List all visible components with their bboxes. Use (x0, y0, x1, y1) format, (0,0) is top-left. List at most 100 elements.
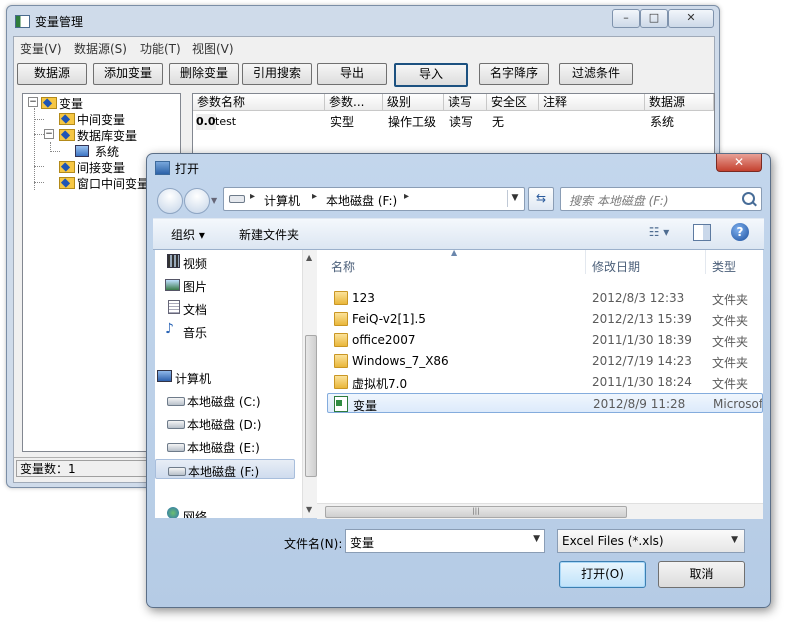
crumb-separator-icon[interactable]: ▸ (250, 191, 255, 202)
new-folder-button[interactable]: 新建文件夹 (239, 226, 299, 243)
cell-source: 系统 (650, 115, 675, 129)
add-variable-button[interactable]: 添加变量 (93, 63, 163, 85)
tree-item-indirect[interactable]: 间接变量 (77, 159, 125, 176)
datasource-button[interactable]: 数据源 (17, 63, 87, 85)
back-button[interactable] (157, 188, 183, 214)
file-row[interactable]: Windows_7_X86 2012/7/19 14:23 文件夹 (327, 351, 763, 371)
col-header-name[interactable]: 名称 (331, 258, 355, 275)
tree-item-intermediate[interactable]: 中间变量 (77, 111, 125, 128)
navigation-pane: 视频 图片 文档 ♪ 音乐 计算机 本地磁盘 (C:) 本地磁盘 (D:) 本地 (155, 250, 318, 518)
cancel-button[interactable]: 取消 (658, 561, 745, 588)
document-icon (168, 300, 180, 314)
help-icon[interactable]: ? (731, 223, 749, 241)
menu-datasource[interactable]: 数据源(S) (74, 40, 127, 57)
import-button[interactable]: 导入 (394, 63, 468, 87)
window-title: 变量管理 (35, 15, 84, 29)
file-row[interactable]: 虚拟机7.0 2011/1/30 18:24 文件夹 (327, 372, 763, 392)
filter-button[interactable]: 过滤条件 (559, 63, 633, 85)
col-header-name[interactable]: 参数名称 (193, 94, 325, 111)
music-icon: ♪ (165, 321, 174, 337)
nav-item-music[interactable]: ♪ 音乐 (155, 321, 295, 341)
reference-search-button[interactable]: 引用搜索 (242, 63, 312, 85)
filetype-dropdown-icon[interactable]: ▼ (731, 535, 738, 545)
nav-item-videos[interactable]: 视频 (155, 252, 295, 272)
nav-scrollbar[interactable]: ▲ ▼ (302, 250, 318, 518)
col-header-source[interactable]: 数据源 (645, 94, 714, 111)
app-icon (15, 15, 30, 28)
recent-locations-icon[interactable]: ▼ (211, 196, 217, 205)
crumb-separator-icon[interactable]: ▸ (404, 191, 409, 202)
dialog-icon (155, 161, 170, 175)
dialog-close-button[interactable]: ✕ (716, 154, 762, 172)
search-input[interactable]: 搜索 本地磁盘 (F:) (560, 187, 762, 211)
organize-button[interactable]: 组织 ▾ (171, 226, 205, 243)
filetype-select[interactable]: Excel Files (*.xls) ▼ (557, 529, 745, 553)
delete-variable-button[interactable]: 删除变量 (169, 63, 239, 85)
nav-item-pictures[interactable]: 图片 (155, 275, 295, 295)
menu-function[interactable]: 功能(T) (140, 40, 181, 57)
collapse-database-icon[interactable]: − (44, 129, 54, 139)
tree-root[interactable]: 变量 (59, 95, 83, 112)
file-row[interactable]: FeiQ-v2[1].5 2012/2/13 15:39 文件夹 (327, 309, 763, 329)
file-list: 名称 ▲ 修改日期 类型 123 2012/8/3 12:33 文件夹 FeiQ… (317, 248, 763, 518)
cell-level: 操作工级 (388, 115, 437, 129)
minimize-button[interactable]: – (612, 9, 640, 28)
refresh-icon[interactable]: ⇆ (528, 187, 554, 211)
col-header-date[interactable]: 修改日期 (592, 258, 640, 275)
close-button[interactable]: ✕ (668, 9, 714, 28)
nav-item-computer[interactable]: 计算机 (155, 367, 295, 387)
computer-icon (157, 370, 172, 382)
nav-item-drive-c[interactable]: 本地磁盘 (C:) (155, 390, 295, 410)
forward-button[interactable] (184, 188, 210, 214)
nav-item-drive-d[interactable]: 本地磁盘 (D:) (155, 413, 295, 433)
nav-item-network[interactable]: 网络 (155, 505, 295, 518)
scroll-up-icon[interactable]: ▲ (306, 253, 312, 262)
nav-scroll-thumb[interactable] (305, 335, 317, 477)
folder-icon (59, 111, 75, 125)
maximize-button[interactable]: □ (640, 9, 668, 28)
filename-input[interactable]: 变量 ▼ (345, 529, 545, 553)
col-header-type[interactable]: 参数... (325, 94, 383, 111)
open-dialog: 打开 ✕ ▼ ▸ 计算机 ▸ 本地磁盘 (F:) ▸ ▼ ⇆ 搜索 本地磁盘 (… (146, 153, 771, 608)
breadcrumb-computer[interactable]: 计算机 (264, 192, 300, 209)
collapse-root-icon[interactable]: − (28, 97, 38, 107)
tree-item-system[interactable]: 系统 (95, 143, 119, 160)
file-row[interactable]: office2007 2011/1/30 18:39 文件夹 (327, 330, 763, 350)
filename-dropdown-icon[interactable]: ▼ (533, 534, 540, 544)
col-header-type[interactable]: 类型 (712, 258, 736, 275)
file-row[interactable]: 123 2012/8/3 12:33 文件夹 (327, 288, 763, 308)
scroll-down-icon[interactable]: ▼ (306, 505, 312, 514)
nav-item-drive-e[interactable]: 本地磁盘 (E:) (155, 436, 295, 456)
col-header-comment[interactable]: 注释 (539, 94, 645, 111)
export-button[interactable]: 导出 (317, 63, 387, 85)
title-bar[interactable]: 变量管理 – □ ✕ (7, 6, 719, 36)
nav-item-documents[interactable]: 文档 (155, 298, 295, 318)
address-dropdown-icon[interactable]: ▼ (507, 190, 522, 207)
filename-value: 变量 (350, 536, 375, 550)
address-bar[interactable]: ▸ 计算机 ▸ 本地磁盘 (F:) ▸ (223, 187, 525, 211)
breadcrumb-drive-f[interactable]: 本地磁盘 (F:) (326, 192, 397, 209)
file-row-selected[interactable]: 变量 2012/8/9 11:28 Microsoft (327, 393, 763, 413)
horizontal-scrollbar[interactable]: ||| (317, 503, 763, 519)
crumb-separator-icon[interactable]: ▸ (312, 191, 317, 202)
search-placeholder: 搜索 本地磁盘 (F:) (569, 194, 669, 208)
col-header-level[interactable]: 级别 (383, 94, 444, 111)
tree-item-window-intermediate[interactable]: 窗口中间变量 (77, 175, 149, 192)
horizontal-scroll-thumb[interactable]: ||| (325, 506, 627, 518)
open-button[interactable]: 打开(O) (559, 561, 646, 588)
cell-type: 实型 (330, 115, 355, 129)
preview-pane-icon[interactable] (693, 224, 711, 241)
tree-item-database[interactable]: 数据库变量 (77, 127, 137, 144)
search-icon[interactable] (742, 192, 755, 205)
menu-view[interactable]: 视图(V) (192, 40, 234, 57)
col-header-zone[interactable]: 安全区 (487, 94, 539, 111)
name-descending-button[interactable]: 名字降序 (479, 63, 549, 85)
cell-zone: 无 (492, 115, 505, 129)
dialog-title: 打开 (175, 162, 200, 176)
nav-item-drive-f[interactable]: 本地磁盘 (F:) (155, 459, 295, 479)
change-view-button[interactable]: ☷ ▾ (641, 225, 677, 241)
folder-icon (59, 127, 75, 141)
menu-variable[interactable]: 变量(V) (20, 40, 62, 57)
excel-file-icon (334, 396, 348, 412)
col-header-rw[interactable]: 读写 (444, 94, 487, 111)
